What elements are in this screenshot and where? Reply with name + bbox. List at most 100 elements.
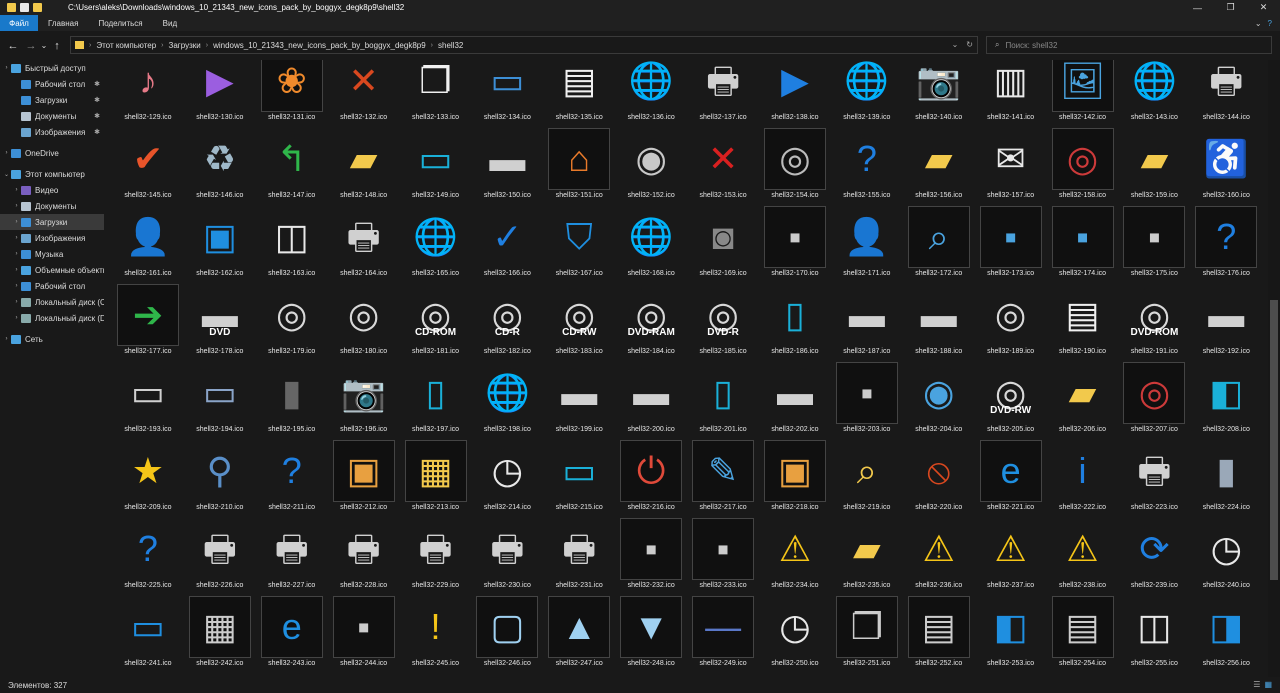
file-item[interactable]: ◙ shell32-169.ico [687,206,759,284]
file-item[interactable]: ▪ shell32-170.ico [759,206,831,284]
sidebar-item-network[interactable]: › Сеть [0,331,104,347]
file-item[interactable]: ◷ shell32-214.ico [471,440,543,518]
file-item[interactable]: ◎ DVD-RW shell32-205.ico [975,362,1047,440]
details-view-icon[interactable]: ☰ [1253,680,1260,689]
file-item[interactable]: ♻ shell32-146.ico [184,128,256,206]
file-item[interactable]: 🖶 shell32-144.ico [1190,60,1262,128]
help-icon[interactable]: ? [1268,19,1272,28]
file-item[interactable]: ▣ shell32-212.ico [328,440,400,518]
file-item[interactable]: ⚠ shell32-237.ico [975,518,1047,596]
file-item[interactable]: 🌐 shell32-165.ico [400,206,472,284]
file-item[interactable]: ▰ shell32-235.ico [831,518,903,596]
file-item[interactable]: ▭ shell32-193.ico [112,362,184,440]
file-item[interactable]: ◎ shell32-189.ico [975,284,1047,362]
file-item[interactable]: 🖶 shell32-230.ico [471,518,543,596]
file-item[interactable]: ▭ shell32-241.ico [112,596,184,674]
file-item[interactable]: ▮ shell32-195.ico [256,362,328,440]
file-item[interactable]: ✎ shell32-217.ico [687,440,759,518]
file-item[interactable]: ✉ shell32-157.ico [975,128,1047,206]
file-item[interactable]: ❐ shell32-251.ico [831,596,903,674]
file-item[interactable]: 🌐 shell32-198.ico [471,362,543,440]
expander-icon[interactable]: › [12,203,21,209]
file-item[interactable]: ⌕ shell32-172.ico [903,206,975,284]
file-item[interactable]: ▤ shell32-252.ico [903,596,975,674]
file-item[interactable]: ? shell32-176.ico [1190,206,1262,284]
file-item[interactable]: ▬ shell32-150.ico [471,128,543,206]
file-item[interactable]: ▬ shell32-200.ico [615,362,687,440]
file-item[interactable]: 🖶 shell32-226.ico [184,518,256,596]
sidebar-item-music[interactable]: › Музыка [0,246,104,262]
file-item[interactable]: 🖶 shell32-164.ico [328,206,400,284]
document-icon[interactable] [20,3,29,12]
sidebar-item-download[interactable]: Загрузки ✱ [0,92,104,108]
file-item[interactable]: ▣ shell32-162.ico [184,206,256,284]
file-item[interactable]: ▶ shell32-138.ico [759,60,831,128]
file-item[interactable]: ⚠ shell32-238.ico [1047,518,1119,596]
file-item[interactable]: ▬ DVD shell32-178.ico [184,284,256,362]
search-box[interactable]: ⌕ Поиск: shell32 [986,36,1272,54]
file-item[interactable]: ▤ shell32-190.ico [1047,284,1119,362]
file-item[interactable]: 🖶 shell32-229.ico [400,518,472,596]
chevron-right-icon[interactable]: › [206,42,208,49]
expand-ribbon-icon[interactable]: ⌄ [1255,19,1262,28]
expander-icon[interactable]: › [12,187,21,193]
file-item[interactable]: ⚠ shell32-236.ico [903,518,975,596]
file-item[interactable]: 🖶 shell32-223.ico [1118,440,1190,518]
sidebar-item-document[interactable]: › Документы [0,198,104,214]
file-item[interactable]: ▣ shell32-218.ico [759,440,831,518]
tab-share[interactable]: Поделиться [88,15,152,31]
file-item[interactable]: 👤 shell32-161.ico [112,206,184,284]
file-item[interactable]: ▢ shell32-246.ico [471,596,543,674]
file-item[interactable]: 🖼 shell32-142.ico [1047,60,1119,128]
file-item[interactable]: ▤ shell32-135.ico [543,60,615,128]
file-item[interactable]: 🌐 shell32-139.ico [831,60,903,128]
file-item[interactable]: ▯ shell32-186.ico [759,284,831,362]
sidebar-item-star[interactable]: › Быстрый доступ [0,60,104,76]
file-item[interactable]: 📷 shell32-196.ico [328,362,400,440]
file-item[interactable]: e shell32-221.ico [975,440,1047,518]
file-item[interactable]: ▰ shell32-148.ico [328,128,400,206]
file-item[interactable]: ◎ shell32-154.ico [759,128,831,206]
forward-button[interactable]: → [22,37,40,55]
breadcrumb-item[interactable]: Загрузки [169,41,201,50]
file-item[interactable]: ⌂ shell32-151.ico [543,128,615,206]
file-item[interactable]: ▪ shell32-173.ico [975,206,1047,284]
scrollbar-thumb[interactable] [1270,300,1278,580]
file-item[interactable]: ◫ shell32-255.ico [1118,596,1190,674]
expander-icon[interactable]: › [12,283,21,289]
file-item[interactable]: ▭ shell32-215.ico [543,440,615,518]
file-item[interactable]: ◎ DVD-R shell32-185.ico [687,284,759,362]
large-icons-view-icon[interactable]: ▦ [1264,680,1272,689]
tab-view[interactable]: Вид [153,15,187,31]
sidebar-item-pictures[interactable]: › Изображения [0,230,104,246]
chevron-right-icon[interactable]: › [431,42,433,49]
expander-icon[interactable]: › [12,251,21,257]
file-item[interactable]: ✔ shell32-145.ico [112,128,184,206]
file-item[interactable]: ▪ shell32-233.ico [687,518,759,596]
sidebar-item-drive[interactable]: › Локальный диск (D:) [0,310,104,326]
expander-icon[interactable]: › [12,315,21,321]
file-item[interactable]: ◧ shell32-208.ico [1190,362,1262,440]
file-item[interactable]: ◎ CD-RW shell32-183.ico [543,284,615,362]
file-item[interactable]: ❀ shell32-131.ico [256,60,328,128]
close-button[interactable]: ✕ [1247,0,1280,15]
expander-icon[interactable]: › [2,336,11,342]
file-item[interactable]: ▯ shell32-197.ico [400,362,472,440]
file-item[interactable]: 👤 shell32-171.ico [831,206,903,284]
file-item[interactable]: ◫ shell32-163.ico [256,206,328,284]
expander-icon[interactable]: › [12,235,21,241]
file-item[interactable]: ↰ shell32-147.ico [256,128,328,206]
file-item[interactable]: ▪ shell32-175.ico [1118,206,1190,284]
file-item[interactable]: e shell32-243.ico [256,596,328,674]
file-item[interactable]: ▰ shell32-156.ico [903,128,975,206]
file-item[interactable]: ▯ shell32-201.ico [687,362,759,440]
file-item[interactable]: ◎ shell32-179.ico [256,284,328,362]
file-item[interactable]: ⏻ shell32-216.ico [615,440,687,518]
file-item[interactable]: ◎ DVD-RAM shell32-184.ico [615,284,687,362]
file-item[interactable]: 📷 shell32-140.ico [903,60,975,128]
file-item[interactable]: ◷ shell32-250.ico [759,596,831,674]
sidebar-item-desktop[interactable]: Рабочий стол ✱ [0,76,104,92]
search-input[interactable]: Поиск: shell32 [1005,41,1057,50]
file-item[interactable]: ⦸ shell32-220.ico [903,440,975,518]
expander-icon[interactable]: ⌄ [2,171,11,178]
